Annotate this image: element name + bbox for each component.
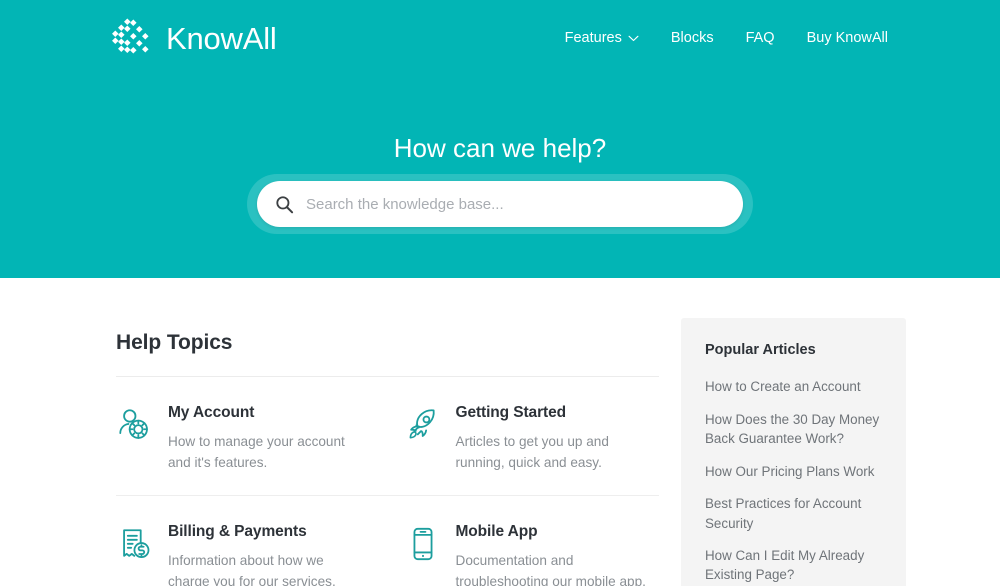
topic-title: My Account [168, 404, 255, 422]
topic-description: Documentation and troubleshooting our mo… [455, 552, 646, 586]
topic-card-getting-started[interactable]: Getting Started Articles to get you up a… [387, 377, 659, 496]
popular-articles-card: Popular Articles How to Create an Accoun… [681, 318, 906, 586]
chevron-down-icon [628, 35, 639, 41]
help-topics-column: Help Topics My Account How to manage you… [92, 278, 659, 586]
search-icon [276, 195, 294, 213]
nav-item-faq[interactable]: FAQ [746, 31, 775, 46]
page-content: Help Topics My Account How to manage you… [0, 278, 1000, 586]
popular-article-link[interactable]: How Does the 30 Day Money Back Guarantee… [705, 410, 882, 449]
nav-item-features[interactable]: Features [565, 31, 639, 46]
search-form[interactable] [257, 181, 743, 227]
sidebar-column: Popular Articles How to Create an Accoun… [681, 278, 908, 586]
popular-articles-list: How to Create an Account How Does the 30… [705, 377, 882, 585]
hero-section: KnowAll Features Blocks FAQ Buy KnowAll … [0, 0, 1000, 278]
search-halo [247, 174, 753, 234]
topic-description: Articles to get you up and running, quic… [455, 433, 609, 470]
popular-article-link[interactable]: How to Create an Account [705, 377, 882, 396]
popular-article-link[interactable]: How Can I Edit My Already Existing Page? [705, 546, 882, 585]
search-input[interactable] [306, 195, 725, 213]
topic-body: My Account How to manage your account an… [168, 404, 366, 473]
site-header: KnowAll Features Blocks FAQ Buy KnowAll [0, 0, 1000, 76]
list-item: How Does the 30 Day Money Back Guarantee… [705, 410, 882, 449]
page-title: How can we help? [393, 133, 607, 163]
topic-title: Getting Started [455, 404, 567, 422]
topic-description: Information about how we charge you for … [168, 552, 336, 586]
list-item: How Our Pricing Plans Work [705, 462, 882, 481]
topic-title: Billing & Payments [168, 522, 307, 540]
rocket-icon [409, 409, 435, 439]
list-item: Best Practices for Account Security [705, 494, 882, 533]
nav-item-blocks[interactable]: Blocks [671, 31, 714, 46]
topic-title: Mobile App [455, 522, 538, 540]
list-item: How to Create an Account [705, 377, 882, 396]
help-topics-grid: My Account How to manage your account an… [116, 377, 659, 586]
knowall-k-mark-icon [112, 18, 149, 54]
topic-body: Mobile App Documentation and troubleshoo… [456, 523, 654, 586]
topic-card-billing-payments[interactable]: Billing & Payments Information about how… [116, 496, 388, 586]
list-item: How Can I Edit My Already Existing Page? [705, 546, 882, 585]
user-gear-icon [119, 409, 148, 440]
nav-item-buy-knowall[interactable]: Buy KnowAll [807, 31, 888, 46]
topic-card-mobile-app[interactable]: Mobile App Documentation and troubleshoo… [388, 496, 660, 586]
mobile-phone-icon [413, 527, 432, 561]
invoice-dollar-icon [123, 529, 150, 558]
primary-navigation: Features Blocks FAQ Buy KnowAll [565, 31, 888, 46]
topic-description: How to manage your account and it's feat… [168, 433, 345, 470]
topic-body: Getting Started Articles to get you up a… [456, 404, 654, 473]
help-topics-heading: Help Topics [116, 331, 233, 354]
brand-logo-link[interactable]: KnowAll [112, 18, 277, 58]
topic-card-my-account[interactable]: My Account How to manage your account an… [116, 377, 388, 496]
popular-article-link[interactable]: Best Practices for Account Security [705, 494, 882, 533]
topic-body: Billing & Payments Information about how… [168, 523, 366, 586]
nav-item-features-label: Features [564, 29, 622, 46]
popular-article-link[interactable]: How Our Pricing Plans Work [705, 462, 882, 481]
brand-name: KnowAll [166, 20, 277, 56]
popular-articles-heading: Popular Articles [705, 342, 816, 358]
